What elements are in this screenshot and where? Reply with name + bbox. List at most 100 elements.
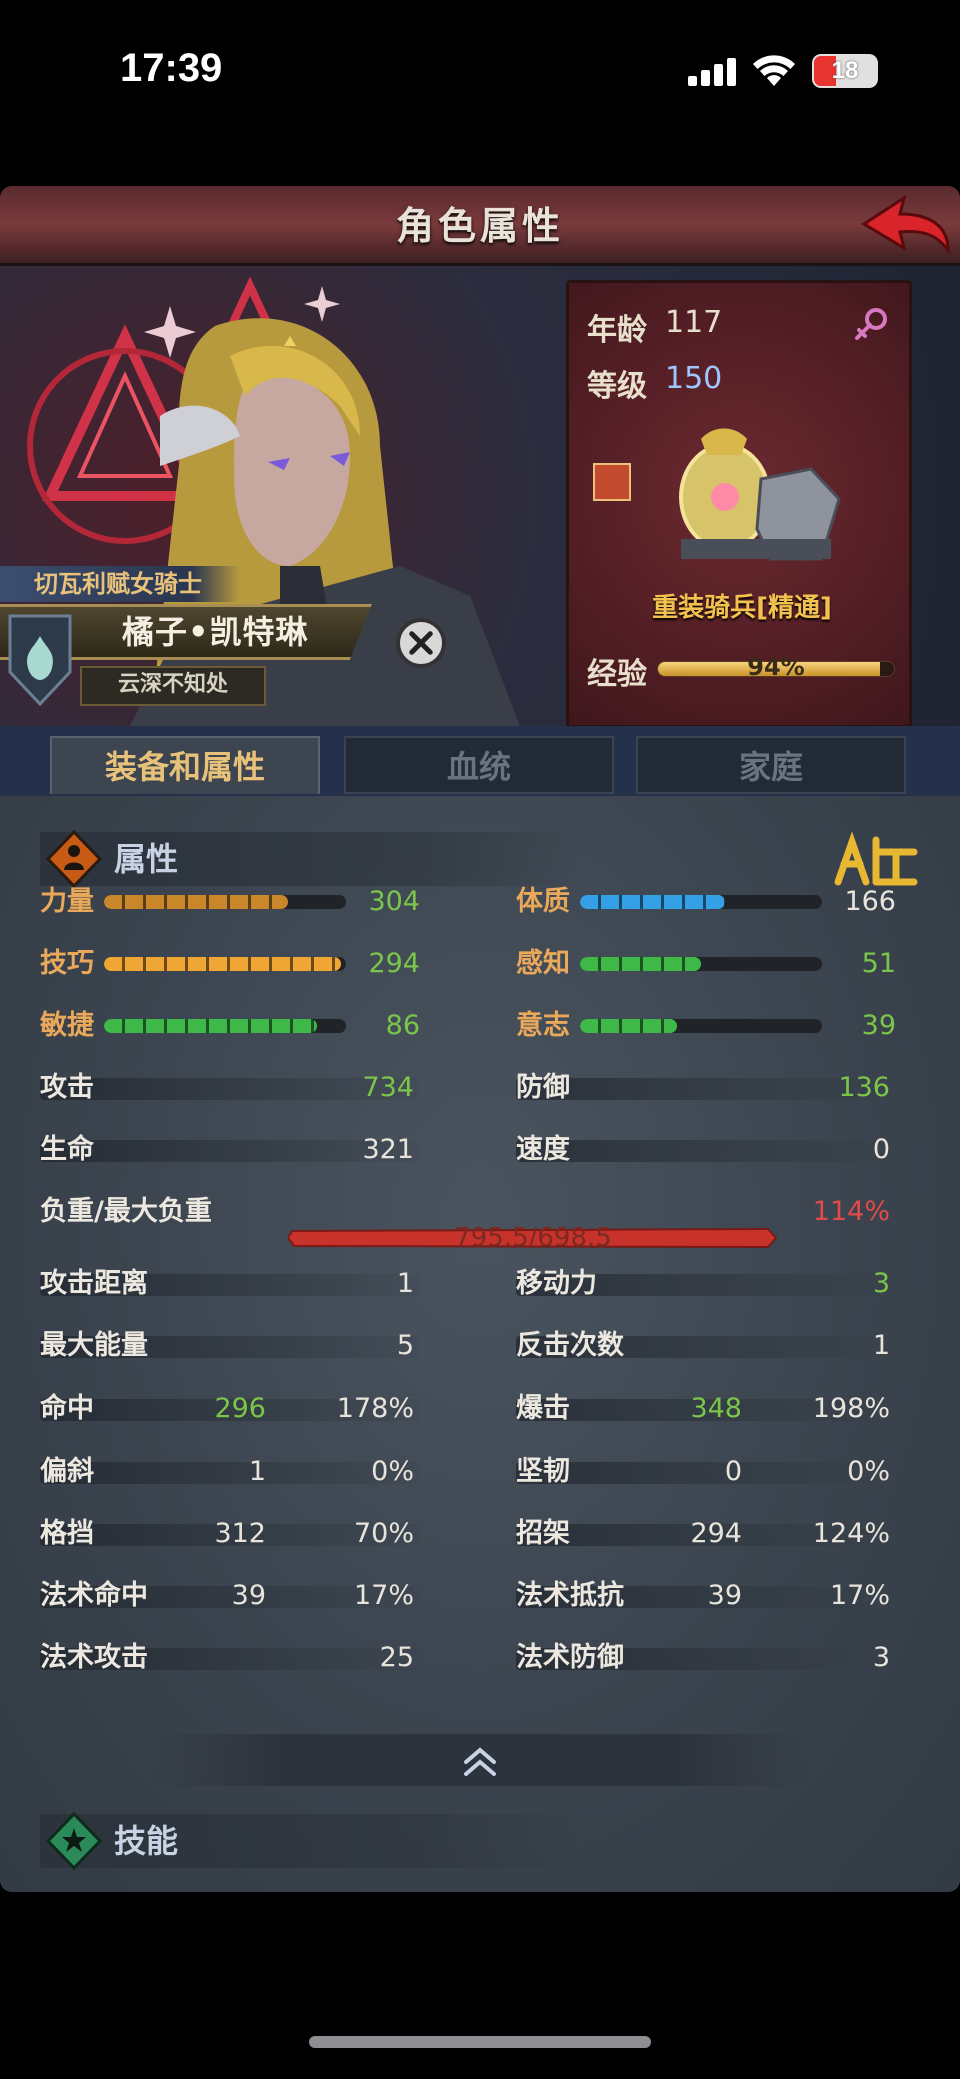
character-attributes-screen: 角色属性 切瓦利赋女骑士 橘子•凯特琳 云深不知处 年龄 117 等级 150 … bbox=[0, 186, 960, 1892]
chevron-up-icon bbox=[464, 1747, 496, 1776]
attribute-bar-fill bbox=[580, 895, 726, 909]
stat-row: 速度 0 bbox=[516, 1130, 896, 1170]
attribute-bar bbox=[104, 895, 346, 909]
stat-label: 速度 bbox=[516, 1134, 570, 1165]
stat-label: 反击次数 bbox=[516, 1330, 624, 1361]
stat-label: 格挡 bbox=[40, 1518, 94, 1549]
character-name: 橘子•凯特琳 bbox=[122, 613, 309, 651]
stat-percent: 124% bbox=[812, 1518, 890, 1549]
back-arrow-icon[interactable] bbox=[860, 194, 952, 258]
stat-row: 法术命中 39 17% bbox=[40, 1576, 420, 1616]
battery-icon: 18 bbox=[812, 54, 878, 88]
hero-area: 切瓦利赋女骑士 橘子•凯特琳 云深不知处 年龄 117 等级 150 重装骑兵[… bbox=[0, 266, 960, 726]
stat-row: 法术防御 3 bbox=[516, 1638, 896, 1678]
status-time: 17:39 bbox=[120, 46, 223, 90]
attribute-value: 86 bbox=[385, 1010, 420, 1041]
stat-label: 防御 bbox=[516, 1072, 570, 1103]
female-gender-icon bbox=[855, 308, 887, 340]
stat-value: 294 bbox=[690, 1518, 742, 1549]
skills-diamond-icon bbox=[46, 1812, 102, 1870]
stat-label: 生命 bbox=[40, 1134, 94, 1165]
stat-row: 法术攻击 25 bbox=[40, 1638, 420, 1678]
attribute-label: 意志 bbox=[516, 1010, 570, 1041]
stat-value: 296 bbox=[214, 1393, 266, 1424]
attribute-bar bbox=[580, 957, 822, 971]
stat-row: 爆击 348 198% bbox=[516, 1389, 896, 1429]
tab-equipment-attributes[interactable]: 装备和属性 bbox=[50, 736, 320, 794]
attribute-label: 体质 bbox=[516, 886, 570, 917]
attribute-row: 敏捷 86 bbox=[40, 1006, 420, 1046]
attribute-label: 感知 bbox=[516, 948, 570, 979]
heavy-cavalry-unit-icon bbox=[679, 428, 841, 561]
stat-row: 最大能量 5 bbox=[40, 1326, 420, 1366]
stat-row: 攻击距离 1 bbox=[40, 1264, 420, 1304]
skills-section-header: 技能 bbox=[40, 1812, 580, 1870]
stat-label: 最大能量 bbox=[40, 1330, 148, 1361]
attribute-bar-fill bbox=[104, 1019, 317, 1033]
attribute-row: 体质 166 bbox=[516, 882, 896, 922]
stat-label: 攻击 bbox=[40, 1072, 94, 1103]
attribute-label: 技巧 bbox=[40, 948, 94, 979]
stat-row: 生命 321 bbox=[40, 1130, 420, 1170]
stat-label: 移动力 bbox=[516, 1268, 597, 1299]
attribute-bar bbox=[104, 957, 346, 971]
stat-value: 734 bbox=[362, 1072, 414, 1103]
stat-row: 偏斜 1 0% bbox=[40, 1452, 420, 1492]
stat-value: 5 bbox=[396, 1330, 414, 1361]
stat-value: 3 bbox=[872, 1268, 890, 1299]
stat-percent: 198% bbox=[812, 1393, 890, 1424]
attribute-value: 39 bbox=[861, 1010, 896, 1041]
load-value: 795.5/698.5 bbox=[454, 1223, 612, 1253]
stat-label: 法术攻击 bbox=[40, 1642, 148, 1673]
stat-value: 1 bbox=[396, 1268, 414, 1299]
tab-family[interactable]: 家庭 bbox=[636, 736, 906, 794]
stat-percent: 178% bbox=[336, 1393, 414, 1424]
age-value: 117 bbox=[665, 305, 723, 340]
character-info-panel: 年龄 117 等级 150 重装骑兵[精通] 经验 94% bbox=[566, 280, 912, 726]
title-bar: 角色属性 bbox=[0, 186, 960, 266]
stat-value: 136 bbox=[838, 1072, 890, 1103]
collapse-button[interactable] bbox=[150, 1734, 810, 1786]
stat-percent: 0% bbox=[847, 1456, 890, 1487]
stat-percent: 17% bbox=[353, 1580, 414, 1611]
stat-value: 1 bbox=[248, 1456, 266, 1487]
cellular-signal-icon bbox=[688, 56, 738, 86]
exp-label: 经验 bbox=[587, 657, 647, 692]
load-label: 负重/最大负重 bbox=[40, 1196, 212, 1227]
stat-row: 移动力 3 bbox=[516, 1264, 896, 1304]
class-title: 切瓦利赋女骑士 bbox=[0, 566, 240, 602]
home-indicator[interactable] bbox=[309, 2036, 651, 2048]
battery-level: 18 bbox=[831, 57, 859, 84]
stats-panel: 属性 力量 304 技巧 294 敏捷 86 体质 166 感知 51 意志 39 攻击 734 防御 13… bbox=[0, 796, 960, 1892]
attribute-value: 166 bbox=[844, 886, 896, 917]
attribute-value: 304 bbox=[368, 886, 420, 917]
tab-lineage[interactable]: 血统 bbox=[344, 736, 614, 794]
stat-row: 法术抵抗 39 17% bbox=[516, 1576, 896, 1616]
attributes-section-header: 属性 bbox=[40, 830, 580, 888]
attribute-row: 意志 39 bbox=[516, 1006, 896, 1046]
stat-percent: 70% bbox=[353, 1518, 414, 1549]
stat-label: 法术防御 bbox=[516, 1642, 624, 1673]
character-subtitle: 云深不知处 bbox=[117, 672, 228, 697]
stat-row: 招架 294 124% bbox=[516, 1514, 896, 1554]
dismiss-close-icon[interactable] bbox=[396, 618, 446, 668]
attribute-row: 感知 51 bbox=[516, 944, 896, 984]
stat-value: 0 bbox=[872, 1134, 890, 1165]
level-value: 150 bbox=[665, 361, 723, 396]
stat-row: 反击次数 1 bbox=[516, 1326, 896, 1366]
attributes-diamond-icon bbox=[46, 830, 102, 888]
exp-percent: 94% bbox=[747, 653, 805, 681]
stat-row: 坚韧 0 0% bbox=[516, 1452, 896, 1492]
stat-label: 命中 bbox=[40, 1393, 94, 1424]
stat-value: 348 bbox=[690, 1393, 742, 1424]
stat-value: 1 bbox=[872, 1330, 890, 1361]
level-label: 等级 bbox=[587, 369, 647, 404]
lineage-tree-icon[interactable] bbox=[832, 832, 920, 888]
stat-value: 321 bbox=[362, 1134, 414, 1165]
attribute-row: 力量 304 bbox=[40, 882, 420, 922]
stat-row: 命中 296 178% bbox=[40, 1389, 420, 1429]
stat-value: 3 bbox=[872, 1642, 890, 1673]
stat-value: 312 bbox=[214, 1518, 266, 1549]
page-title: 角色属性 bbox=[395, 204, 564, 248]
wifi-icon bbox=[753, 55, 795, 86]
